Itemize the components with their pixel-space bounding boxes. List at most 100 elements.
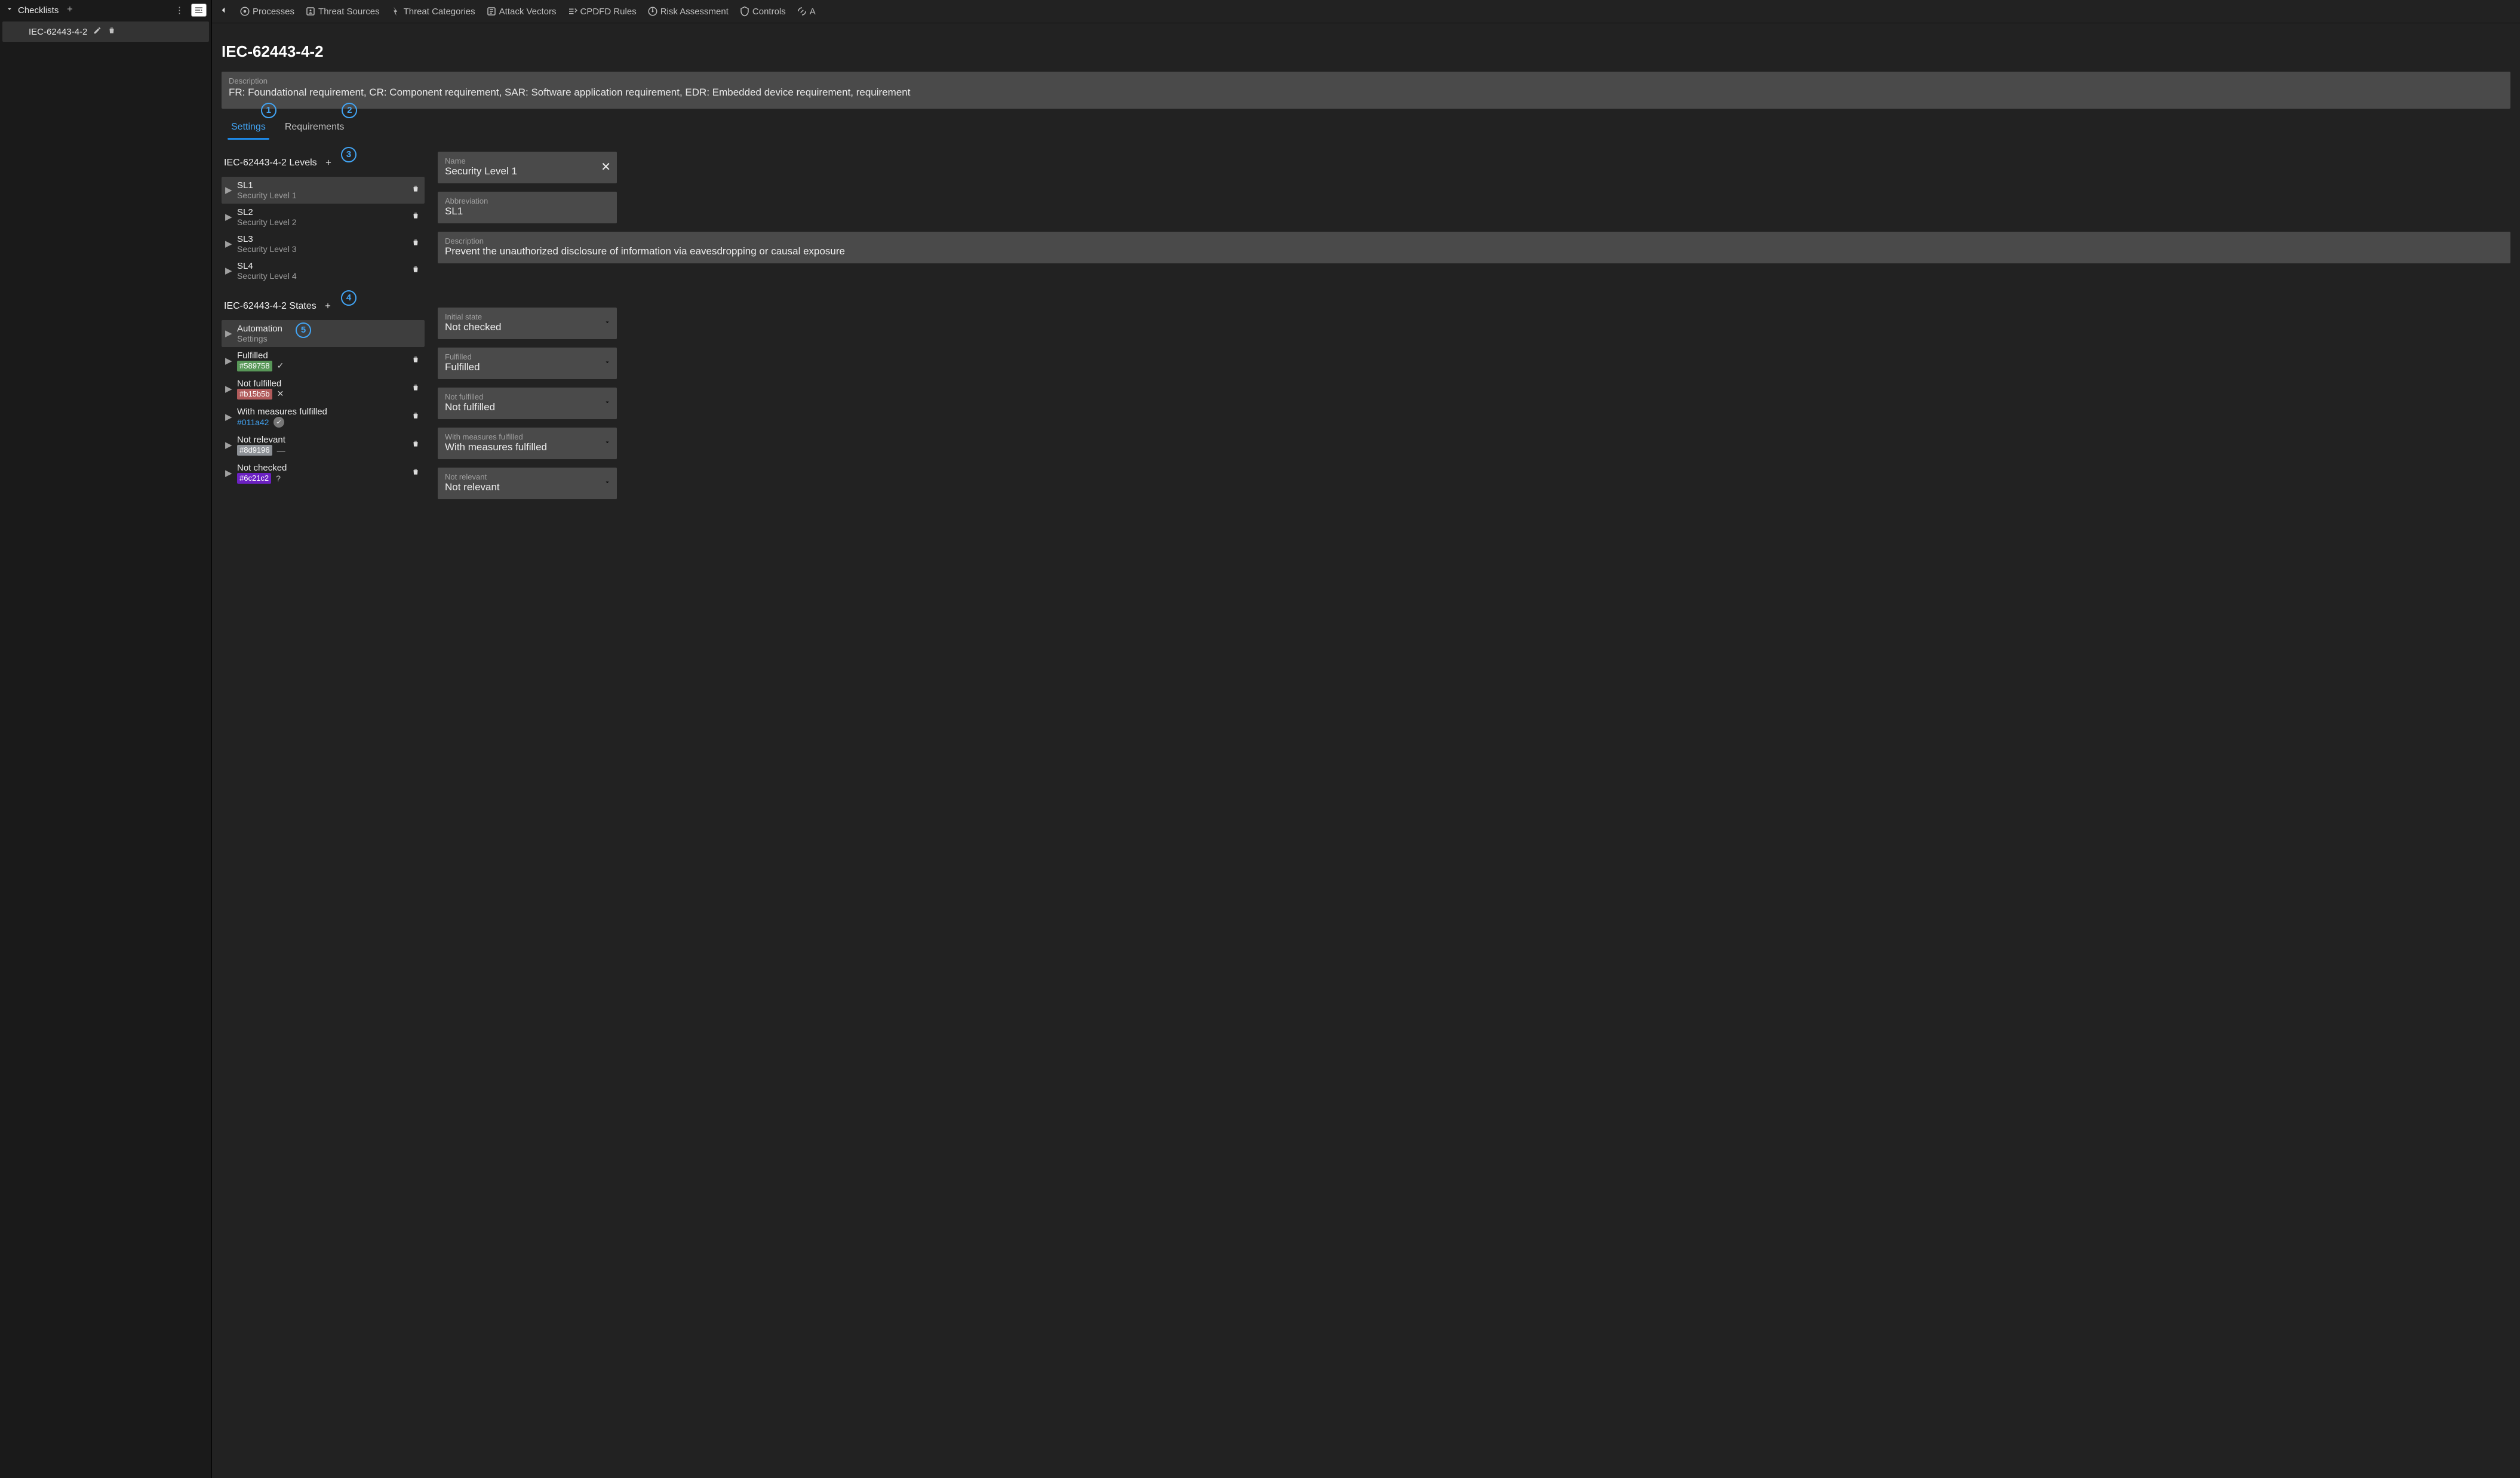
add-state-button[interactable] xyxy=(324,301,332,312)
levels-list: ▶SL1Security Level 1▶SL2Security Level 2… xyxy=(222,177,425,284)
level-row[interactable]: ▶SL4Security Level 4 xyxy=(222,257,425,284)
state-row[interactable]: ▶Not fulfilled#b15b5b ✕ xyxy=(222,375,425,403)
nav-label: Threat Sources xyxy=(318,7,380,17)
back-button[interactable] xyxy=(217,5,230,18)
nav-label: Risk Assessment xyxy=(660,7,729,17)
forms-column: Name Security Level 1 ✕ Abbreviation SL1… xyxy=(438,152,2510,499)
annotation-3: 3 xyxy=(341,147,357,162)
add-checklist-button[interactable] xyxy=(66,5,74,16)
state-name: Not fulfilled xyxy=(237,379,284,389)
delete-icon[interactable] xyxy=(411,265,420,276)
states-heading: IEC-62443-4-2 States xyxy=(224,301,316,312)
field-abbreviation[interactable]: Abbreviation SL1 xyxy=(438,192,617,223)
field-label: With measures fulfilled xyxy=(445,432,610,441)
state-name: With measures fulfilled xyxy=(237,407,327,417)
field-label: Abbreviation xyxy=(445,196,610,205)
state-row[interactable]: ▶Not relevant#8d9196 — xyxy=(222,431,425,459)
state-automation-row[interactable]: ▶ Automation Settings 5 xyxy=(222,320,425,347)
nav-label: Attack Vectors xyxy=(499,7,557,17)
nav-label: Processes xyxy=(253,7,294,17)
field-value: SL1 xyxy=(445,205,610,217)
check-icon: ✓ xyxy=(277,361,284,371)
delete-icon[interactable] xyxy=(411,238,420,249)
nav-processes[interactable]: Processes xyxy=(238,4,296,19)
field-name[interactable]: Name Security Level 1 ✕ xyxy=(438,152,617,183)
field-value: Not checked xyxy=(445,321,610,333)
state-row[interactable]: ▶ With measures fulfilled#011a42 xyxy=(222,403,425,431)
delete-icon[interactable] xyxy=(411,355,420,366)
sidebar-header: Checklists ⋮ xyxy=(0,0,211,20)
question-icon: ? xyxy=(276,474,281,483)
sidebar-title: Checklists xyxy=(18,5,59,16)
description-box[interactable]: Description FR: Foundational requirement… xyxy=(222,72,2510,109)
edit-icon[interactable] xyxy=(93,26,102,37)
state-row[interactable]: ▶Fulfilled#589758 ✓ xyxy=(222,347,425,375)
delete-icon[interactable] xyxy=(411,211,420,222)
annotation-5: 5 xyxy=(296,322,311,338)
color-hex: #011a42 xyxy=(237,417,269,427)
dropdown-icon[interactable] xyxy=(604,398,611,408)
level-name: Security Level 2 xyxy=(237,217,297,227)
delete-icon[interactable] xyxy=(411,440,420,450)
field-label: Not relevant xyxy=(445,472,610,481)
field-not-relevant[interactable]: Not relevant Not relevant xyxy=(438,468,617,499)
level-abbr: SL2 xyxy=(237,207,297,217)
delete-icon[interactable] xyxy=(411,185,420,195)
more-menu-icon[interactable]: ⋮ xyxy=(171,5,188,16)
color-swatch: #6c21c2 xyxy=(237,473,271,484)
chevron-down-icon[interactable] xyxy=(5,5,14,16)
state-name: Not relevant xyxy=(237,435,285,445)
shield-icon xyxy=(273,417,284,428)
state-row[interactable]: ▶Not checked#6c21c2 ? xyxy=(222,459,425,487)
state-automation-title: Automation xyxy=(237,324,282,334)
toggle-panel-button[interactable] xyxy=(191,4,207,17)
color-swatch: #8d9196 xyxy=(237,445,272,456)
field-fulfilled[interactable]: Fulfilled Fulfilled xyxy=(438,348,617,379)
chevron-right-icon: ▶ xyxy=(225,211,232,222)
chevron-right-icon: ▶ xyxy=(225,411,232,422)
dropdown-icon[interactable] xyxy=(604,478,611,488)
field-description[interactable]: Description Prevent the unauthorized dis… xyxy=(438,232,2510,263)
delete-icon[interactable] xyxy=(411,468,420,478)
nav-threat-categories[interactable]: Threat Categories xyxy=(389,4,477,19)
field-label: Initial state xyxy=(445,312,610,321)
delete-icon[interactable] xyxy=(411,411,420,422)
chevron-right-icon: ▶ xyxy=(225,185,232,195)
level-name: Security Level 1 xyxy=(237,190,297,200)
level-name: Security Level 3 xyxy=(237,244,297,254)
chevron-right-icon: ▶ xyxy=(225,355,232,366)
nav-label: Controls xyxy=(752,7,786,17)
sidebar-item-label: IEC-62443-4-2 xyxy=(29,27,87,37)
dropdown-icon[interactable] xyxy=(604,318,611,328)
delete-icon[interactable] xyxy=(107,26,116,37)
field-not-fulfilled[interactable]: Not fulfilled Not fulfilled xyxy=(438,388,617,419)
field-value: Not fulfilled xyxy=(445,401,610,413)
nav-cpdfd-rules[interactable]: CPDFD Rules xyxy=(566,4,638,19)
dropdown-icon[interactable] xyxy=(604,358,611,368)
nav-attack-vectors[interactable]: Attack Vectors xyxy=(485,4,558,19)
sidebar-item-checklist[interactable]: IEC-62443-4-2 xyxy=(2,21,209,42)
field-label: Not fulfilled xyxy=(445,392,610,401)
add-level-button[interactable] xyxy=(324,158,333,168)
nav-risk-assessment[interactable]: Risk Assessment xyxy=(646,4,730,19)
delete-icon[interactable] xyxy=(411,383,420,394)
tab-settings[interactable]: Settings 1 xyxy=(222,115,275,140)
tab-requirements[interactable]: Requirements 2 xyxy=(275,115,354,140)
level-row[interactable]: ▶SL1Security Level 1 xyxy=(222,177,425,204)
level-row[interactable]: ▶SL3Security Level 3 xyxy=(222,231,425,257)
level-row[interactable]: ▶ SL2Security Level 2 xyxy=(222,204,425,231)
levels-heading-row: IEC-62443-4-2 Levels 3 xyxy=(222,152,425,177)
field-initial-state[interactable]: Initial state Not checked xyxy=(438,308,617,339)
state-automation-subtitle: Settings xyxy=(237,334,282,343)
nav-more[interactable]: A xyxy=(795,4,817,19)
nav-threat-sources[interactable]: Threat Sources xyxy=(304,4,381,19)
top-nav: Processes Threat Sources Threat Categori… xyxy=(212,0,2520,23)
field-value: Fulfilled xyxy=(445,361,610,373)
tabs: Settings 1 Requirements 2 xyxy=(222,115,2510,140)
clear-icon[interactable]: ✕ xyxy=(601,161,611,173)
nav-label: Threat Categories xyxy=(404,7,475,17)
nav-controls[interactable]: Controls xyxy=(738,4,787,19)
field-with-measures[interactable]: With measures fulfilled With measures fu… xyxy=(438,428,617,459)
description-body: FR: Foundational requirement, CR: Compon… xyxy=(229,85,2503,100)
dropdown-icon[interactable] xyxy=(604,438,611,448)
